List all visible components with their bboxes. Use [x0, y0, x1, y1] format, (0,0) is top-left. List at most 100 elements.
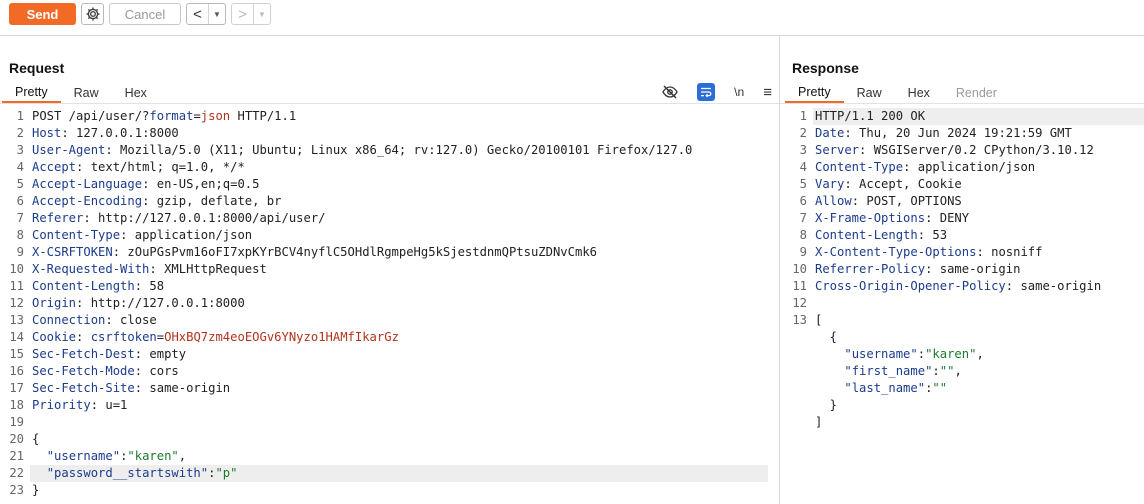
code-line: 4 Accept: text/html; q=1.0, */*: [0, 159, 768, 176]
line-number: 3: [799, 143, 807, 157]
code-token: json: [200, 109, 231, 123]
line-number: 6: [16, 194, 24, 208]
gear-icon: [86, 7, 99, 21]
forward-history-dropdown[interactable]: ▼: [254, 4, 270, 24]
code-line: 13 [: [783, 312, 1144, 329]
code-token: HTTP/1.1 200 OK: [815, 109, 926, 123]
line-number: 5: [16, 177, 24, 191]
code-text: Cookie: csrftoken=OHxBQ7zm4eoEOGv6YNyzo1…: [32, 329, 399, 346]
code-token: Content-Type: [32, 228, 121, 242]
code-token: Date: [815, 126, 845, 140]
code-text: [: [815, 312, 822, 329]
code-text: Server: WSGIServer/0.2 CPython/3.10.12: [815, 142, 1094, 159]
code-text: HTTP/1.1 200 OK: [815, 108, 925, 125]
code-line: 8 Content-Type: application/json: [0, 227, 768, 244]
code-token: Accept-Language: [32, 177, 143, 191]
code-line: 2 Date: Thu, 20 Jun 2024 19:21:59 GMT: [783, 125, 1144, 142]
send-button[interactable]: Send: [9, 3, 76, 25]
code-text: X-Frame-Options: DENY: [815, 210, 969, 227]
back-button[interactable]: <: [187, 4, 209, 24]
menu-icon[interactable]: ≡: [763, 83, 772, 101]
code-token: : close: [105, 313, 157, 327]
line-number: 22: [9, 466, 24, 480]
code-line: 9 X-CSRFTOKEN: zOuPGsPvm16oFI7xpKYrBCV4ny…: [0, 244, 768, 261]
code-text: ]: [815, 414, 822, 431]
code-token: HTTP/1.1: [230, 109, 297, 123]
line-number: 11: [792, 279, 807, 293]
line-number: 7: [16, 211, 24, 225]
code-text: Accept-Language: en-US,en;q=0.5: [32, 176, 259, 193]
code-text: Referer: http://127.0.0.1:8000/api/user/: [32, 210, 326, 227]
code-token: : Mozilla/5.0 (X11; Ubuntu; Linux x86_64…: [105, 143, 693, 157]
line-number: 13: [792, 313, 807, 327]
code-token: "": [939, 364, 955, 378]
code-token: : nosniff: [976, 245, 1043, 259]
code-line: 11 Cross-Origin-Opener-Policy: same-origi…: [783, 278, 1144, 295]
code-text: Vary: Accept, Cookie: [815, 176, 962, 193]
panel-divider[interactable]: [779, 36, 780, 504]
hide-toggle-button[interactable]: [662, 83, 678, 101]
code-token: X-Content-Type-Options: [815, 245, 977, 259]
code-token: "username": [46, 449, 121, 463]
code-token: "": [932, 381, 948, 395]
code-line: "last_name":"": [783, 380, 1144, 397]
back-nav-group: < ▼: [186, 3, 226, 25]
response-tab-render[interactable]: Render: [943, 82, 1010, 103]
code-line: 8 Content-Length: 53: [783, 227, 1144, 244]
code-text: "password__startswith":"p": [32, 465, 238, 482]
response-editor[interactable]: 1 HTTP/1.1 200 OK 2 Date: Thu, 20 Jun 2024 …: [783, 108, 1144, 431]
code-line: {: [783, 329, 1144, 346]
code-token: : WSGIServer/0.2 CPython/3.10.12: [859, 143, 1094, 157]
forward-button[interactable]: >: [232, 4, 254, 24]
code-token: X-CSRFTOKEN: [32, 245, 113, 259]
line-number: 10: [9, 262, 24, 276]
code-text: Content-Type: application/json: [32, 227, 252, 244]
code-token: }: [32, 483, 40, 497]
code-line: 6 Allow: POST, OPTIONS: [783, 193, 1144, 210]
request-tab-rule: [0, 103, 779, 104]
request-tab-pretty[interactable]: Pretty: [2, 82, 61, 103]
request-tab-raw[interactable]: Raw: [61, 82, 112, 103]
code-line: 1 POST /api/user/?format=json HTTP/1.1: [0, 108, 768, 125]
line-number: 8: [16, 228, 24, 242]
code-token: Content-Length: [32, 279, 135, 293]
code-token: Accept: [32, 160, 77, 174]
code-token: :: [917, 347, 926, 361]
response-tab-hex[interactable]: Hex: [895, 82, 943, 103]
code-token: ,: [976, 347, 984, 361]
code-token: : 53: [917, 228, 948, 242]
code-text: X-CSRFTOKEN: zOuPGsPvm16oFI7xpKYrBCV4nyf…: [32, 244, 597, 261]
code-token: Server: [815, 143, 860, 157]
settings-button[interactable]: [81, 3, 104, 25]
code-token: ]: [815, 415, 823, 429]
code-token: "username": [844, 347, 918, 361]
cancel-button[interactable]: Cancel: [109, 3, 181, 25]
code-line: 12 Origin: http://127.0.0.1:8000: [0, 295, 768, 312]
request-editor[interactable]: 1 POST /api/user/?format=json HTTP/1.1 2 Ho…: [0, 108, 768, 499]
request-tab-hex[interactable]: Hex: [112, 82, 160, 103]
code-text: "first_name":"",: [815, 363, 961, 380]
code-token: Cookie: [32, 330, 77, 344]
line-number: 4: [799, 160, 807, 174]
code-text: Content-Type: application/json: [815, 159, 1035, 176]
wrap-toggle-button[interactable]: [697, 83, 716, 101]
code-text: "last_name":"": [815, 380, 947, 397]
code-text: "username":"karen",: [815, 346, 984, 363]
line-number: 8: [799, 228, 807, 242]
forward-nav-group: > ▼: [231, 3, 271, 25]
code-token: =: [156, 330, 165, 344]
code-line: 9 X-Content-Type-Options: nosniff: [783, 244, 1144, 261]
newline-toggle-button[interactable]: \n: [734, 83, 744, 101]
response-tab-pretty[interactable]: Pretty: [785, 82, 844, 103]
back-history-dropdown[interactable]: ▼: [209, 4, 225, 24]
response-tab-raw[interactable]: Raw: [844, 82, 895, 103]
response-tabs: Pretty Raw Hex Render: [785, 82, 1010, 103]
line-number: 15: [9, 347, 24, 361]
code-text: Accept-Encoding: gzip, deflate, br: [32, 193, 281, 210]
code-token: POST /api/user/?: [32, 109, 150, 123]
code-line: 22 "password__startswith":"p": [0, 465, 768, 482]
code-token: "first_name": [844, 364, 933, 378]
line-number: 10: [792, 262, 807, 276]
code-token: : 58: [134, 279, 165, 293]
